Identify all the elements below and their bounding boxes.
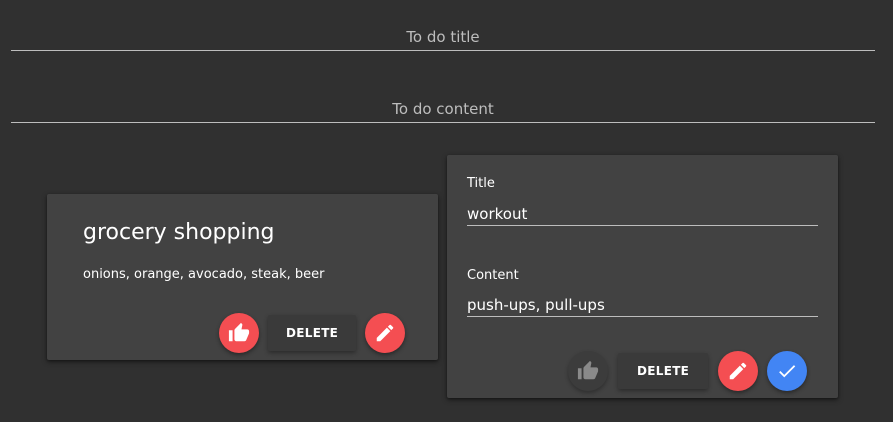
todo-content-input[interactable] xyxy=(11,96,875,123)
pencil-icon xyxy=(729,362,747,380)
save-button[interactable] xyxy=(767,351,808,391)
edit-title-input[interactable] xyxy=(467,203,818,226)
note-title: grocery shopping xyxy=(83,220,275,245)
check-icon xyxy=(779,365,796,378)
like-button[interactable] xyxy=(568,351,608,391)
edit-title-label: Title xyxy=(467,176,495,191)
delete-button[interactable]: DELETE xyxy=(618,353,709,389)
like-button[interactable] xyxy=(219,313,259,353)
note-card: grocery shopping onions, orange, avocado… xyxy=(47,194,438,360)
note-actions: DELETE xyxy=(219,313,406,353)
edit-content-input[interactable] xyxy=(467,294,818,317)
edit-button[interactable] xyxy=(365,313,406,353)
thumb-up-icon xyxy=(577,360,599,380)
todo-title-input[interactable] xyxy=(11,24,875,51)
note-content: onions, orange, avocado, steak, beer xyxy=(83,267,325,282)
thumb-up-icon xyxy=(228,322,250,342)
edit-content-label: Content xyxy=(467,268,519,283)
edit-note-actions: DELETE xyxy=(568,351,808,391)
edit-button[interactable] xyxy=(718,351,759,391)
pencil-icon xyxy=(376,324,394,342)
delete-button[interactable]: DELETE xyxy=(268,315,357,351)
edit-note-card: Title Content DELETE xyxy=(447,155,838,398)
